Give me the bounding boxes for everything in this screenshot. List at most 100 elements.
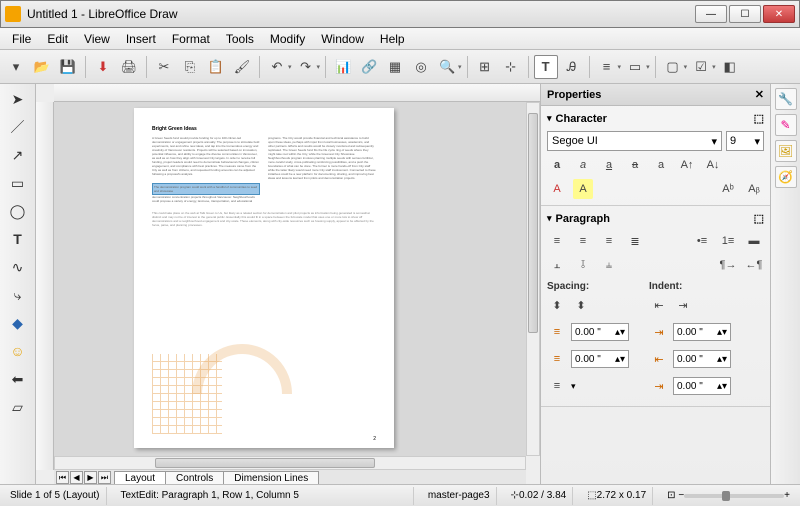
arrow-tool-icon[interactable]: ↗ — [7, 144, 29, 166]
menu-window[interactable]: Window — [313, 30, 372, 48]
bold-icon[interactable]: a — [547, 155, 567, 175]
bg-color-icon[interactable]: ▬ — [744, 231, 764, 251]
connector-tool-icon[interactable]: ⤷ — [7, 284, 29, 306]
shrink-font-icon[interactable]: A↓ — [703, 155, 723, 175]
hyperlink-icon[interactable]: 🔗 — [357, 55, 381, 79]
dec-spacing-icon[interactable]: ⬍ — [571, 295, 591, 315]
horizontal-ruler[interactable] — [54, 84, 540, 102]
extrusion-icon[interactable]: ◧ — [718, 55, 742, 79]
zoom-fit-icon[interactable]: ⊡ — [667, 490, 675, 501]
superscript-icon[interactable]: Aᵇ — [718, 179, 738, 199]
selected-text[interactable]: The demonstration program could work wit… — [152, 183, 260, 195]
font-name-select[interactable]: Segoe UI▾ — [547, 131, 722, 151]
indent-before-icon[interactable]: ⇥ — [649, 322, 669, 342]
menu-tools[interactable]: Tools — [218, 30, 262, 48]
navigator-tab-icon[interactable]: 🧭 — [775, 166, 797, 188]
align-left-icon[interactable]: ≡ — [547, 231, 567, 251]
ltr-icon[interactable]: ¶→ — [718, 255, 738, 275]
properties-tab-icon[interactable]: 🔧 — [775, 88, 797, 110]
line-spacing-icon[interactable]: ≡ — [547, 376, 567, 396]
grow-font-icon[interactable]: A↑ — [677, 155, 697, 175]
text-tool-icon[interactable]: T — [7, 228, 29, 250]
menu-modify[interactable]: Modify — [262, 30, 313, 48]
shadow-icon[interactable]: a — [651, 155, 671, 175]
print-icon[interactable]: 🖨 — [117, 55, 141, 79]
tab-last-icon[interactable]: ⏭ — [98, 471, 111, 484]
export-pdf-icon[interactable]: ⬇ — [91, 55, 115, 79]
line-tool-icon[interactable]: ／ — [7, 116, 29, 138]
menu-edit[interactable]: Edit — [39, 30, 76, 48]
copy-icon[interactable]: ⎘ — [178, 55, 202, 79]
subscript-icon[interactable]: Aᵦ — [744, 179, 764, 199]
maximize-button[interactable]: ☐ — [729, 5, 761, 23]
controls-icon[interactable]: ☑ — [689, 55, 713, 79]
indent-first-icon[interactable]: ⇥ — [649, 376, 669, 396]
curve-tool-icon[interactable]: ∿ — [7, 256, 29, 278]
strike-icon[interactable]: a — [625, 155, 645, 175]
cut-icon[interactable]: ✂ — [152, 55, 176, 79]
zoom-icon[interactable]: 🔍 — [435, 55, 459, 79]
selection-tool-icon[interactable]: ➤ — [7, 88, 29, 110]
valign-mid-icon[interactable]: ⫱ — [573, 255, 593, 275]
align-icon[interactable]: ≡ — [595, 55, 619, 79]
align-center-icon[interactable]: ≡ — [573, 231, 593, 251]
close-button[interactable]: ✕ — [763, 5, 795, 23]
tab-first-icon[interactable]: ⏮ — [56, 471, 69, 484]
space-below-input[interactable]: 0.00 "▴▾ — [571, 350, 629, 368]
bullets-icon[interactable]: •≡ — [692, 231, 712, 251]
rect-tool-icon[interactable]: ▭ — [7, 172, 29, 194]
properties-close-icon[interactable]: ✕ — [755, 88, 764, 101]
italic-icon[interactable]: a — [573, 155, 593, 175]
dec-indent-icon[interactable]: ⇤ — [649, 295, 669, 315]
paragraph-title[interactable]: Paragraph⬚ — [547, 212, 764, 225]
menu-format[interactable]: Format — [164, 30, 218, 48]
chart-icon[interactable]: 📊 — [331, 55, 355, 79]
block-arrows-icon[interactable]: ⬅ — [7, 368, 29, 390]
page[interactable]: Bright Green Ideas A Green Seeds fund wo… — [134, 108, 394, 448]
highlight-icon[interactable]: A — [573, 179, 593, 199]
inc-indent-icon[interactable]: ⇥ — [673, 295, 693, 315]
font-color-icon[interactable]: A — [547, 179, 567, 199]
valign-bot-icon[interactable]: ⫨ — [599, 255, 619, 275]
inc-spacing-icon[interactable]: ⬍ — [547, 295, 567, 315]
grid-icon[interactable]: ⊞ — [473, 55, 497, 79]
numbering-icon[interactable]: 1≡ — [718, 231, 738, 251]
font-size-select[interactable]: 9▾ — [726, 131, 764, 151]
minimize-button[interactable]: — — [695, 5, 727, 23]
table-icon[interactable]: ▦ — [383, 55, 407, 79]
redo-icon[interactable]: ↷ — [294, 55, 318, 79]
ellipse-tool-icon[interactable]: ◯ — [7, 200, 29, 222]
undo-icon[interactable]: ↶ — [265, 55, 289, 79]
textbox-icon[interactable]: T — [534, 55, 558, 79]
tab-dimension[interactable]: Dimension Lines — [223, 471, 319, 484]
new-doc-icon[interactable]: ▾ — [4, 55, 28, 79]
space-above-icon[interactable]: ≡ — [547, 322, 567, 342]
tab-layout[interactable]: Layout — [114, 471, 166, 484]
tab-next-icon[interactable]: ▶ — [84, 471, 97, 484]
horizontal-scrollbar[interactable] — [54, 456, 526, 470]
fontwork-icon[interactable]: Ꭿ — [560, 55, 584, 79]
helplines-icon[interactable]: ⊹ — [499, 55, 523, 79]
symbol-shapes-icon[interactable]: ☺ — [7, 340, 29, 362]
valign-top-icon[interactable]: ⫠ — [547, 255, 567, 275]
indent-after-input[interactable]: 0.00 "▴▾ — [673, 350, 731, 368]
indent-before-input[interactable]: 0.00 "▴▾ — [673, 323, 731, 341]
format-paint-icon[interactable]: 🖌 — [230, 55, 254, 79]
gallery-tab-icon[interactable]: 🖼 — [775, 140, 797, 162]
paste-icon[interactable]: 📋 — [204, 55, 228, 79]
menu-file[interactable]: File — [4, 30, 39, 48]
canvas[interactable]: Bright Green Ideas A Green Seeds fund wo… — [54, 102, 526, 456]
rtl-icon[interactable]: ←¶ — [744, 255, 764, 275]
zoom-slider[interactable] — [684, 494, 784, 498]
navigator-icon[interactable]: ◎ — [409, 55, 433, 79]
tab-prev-icon[interactable]: ◀ — [70, 471, 83, 484]
tab-controls[interactable]: Controls — [165, 471, 224, 484]
open-icon[interactable]: 📂 — [30, 55, 54, 79]
menu-view[interactable]: View — [76, 30, 118, 48]
arrange-icon[interactable]: ▭ — [623, 55, 647, 79]
align-justify-icon[interactable]: ≣ — [625, 231, 645, 251]
status-master[interactable]: master-page3 — [422, 487, 497, 505]
styles-tab-icon[interactable]: ✎ — [775, 114, 797, 136]
vertical-ruler[interactable] — [36, 102, 54, 470]
character-title[interactable]: Character⬚ — [547, 112, 764, 125]
